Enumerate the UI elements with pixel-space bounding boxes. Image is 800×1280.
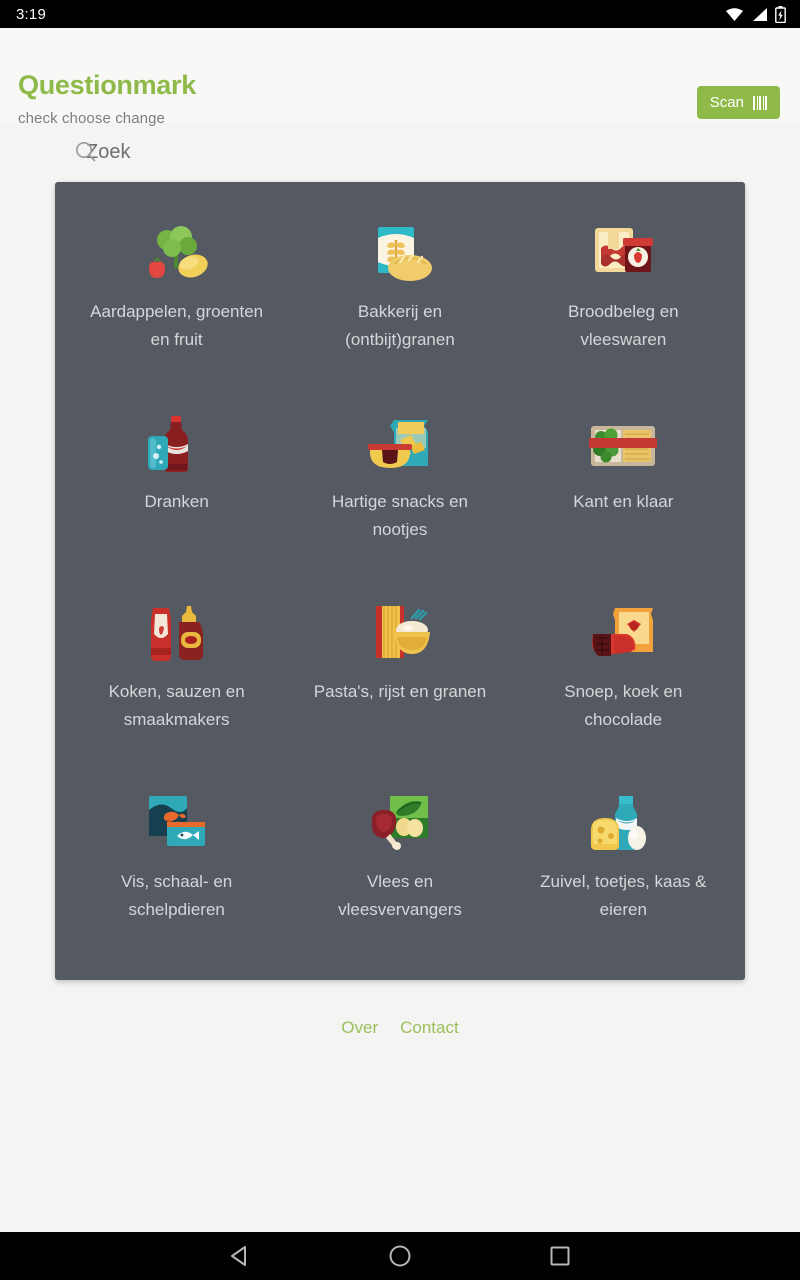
app-title: Questionmark bbox=[18, 70, 196, 100]
vegetables-fruit-icon bbox=[132, 218, 222, 286]
beverages-icon bbox=[132, 408, 222, 476]
scan-button-label: Scan bbox=[709, 94, 744, 111]
brand-block: Questionmark check choose change bbox=[18, 70, 196, 127]
wifi-icon bbox=[725, 7, 744, 22]
bread-cereal-icon bbox=[355, 218, 445, 286]
battery-charging-icon bbox=[775, 5, 786, 23]
search-row[interactable] bbox=[0, 122, 800, 182]
category-tile-savory-snacks[interactable]: Hartige snacks en nootjes bbox=[288, 394, 511, 584]
search-icon bbox=[75, 141, 97, 163]
recents-button[interactable] bbox=[543, 1239, 577, 1273]
android-nav-bar bbox=[0, 1232, 800, 1280]
category-tile-candy-chocolate[interactable]: Snoep, koek en chocolade bbox=[512, 584, 735, 774]
scan-button[interactable]: Scan bbox=[696, 86, 780, 119]
category-label: Broodbeleg en vleeswaren bbox=[568, 302, 679, 349]
back-button[interactable] bbox=[223, 1239, 257, 1273]
category-label: Vis, schaal- en schelpdieren bbox=[121, 872, 233, 919]
category-label: Koken, sauzen en smaakmakers bbox=[108, 682, 245, 729]
ready-meal-icon bbox=[578, 408, 668, 476]
category-label: Kant en klaar bbox=[573, 492, 674, 511]
footer-link-over[interactable]: Over bbox=[341, 1018, 378, 1038]
barcode-icon bbox=[753, 95, 767, 110]
category-grid: Aardappelen, groenten en fruit Bakkerij … bbox=[55, 182, 745, 980]
home-button[interactable] bbox=[383, 1239, 417, 1273]
category-tile-beverages[interactable]: Dranken bbox=[65, 394, 288, 584]
category-tile-pasta-rice[interactable]: Pasta's, rijst en granen bbox=[288, 584, 511, 774]
category-label: Vlees en vleesvervangers bbox=[338, 872, 462, 919]
candy-chocolate-icon bbox=[578, 598, 668, 666]
footer-link-contact[interactable]: Contact bbox=[400, 1018, 459, 1038]
category-label: Snoep, koek en chocolade bbox=[564, 682, 683, 729]
status-bar-icons bbox=[725, 5, 786, 23]
pasta-rice-icon bbox=[355, 598, 445, 666]
category-tile-fish-seafood[interactable]: Vis, schaal- en schelpdieren bbox=[65, 774, 288, 964]
category-tile-bread-cereal[interactable]: Bakkerij en (ontbijt)granen bbox=[288, 204, 511, 394]
category-label: Aardappelen, groenten en fruit bbox=[90, 302, 264, 349]
category-tile-sauces[interactable]: Koken, sauzen en smaakmakers bbox=[65, 584, 288, 774]
category-tile-vegetables-fruit[interactable]: Aardappelen, groenten en fruit bbox=[65, 204, 288, 394]
category-tile-meat-substitutes[interactable]: Vlees en vleesvervangers bbox=[288, 774, 511, 964]
fish-seafood-icon bbox=[132, 788, 222, 856]
category-tile-sandwich-spread[interactable]: Broodbeleg en vleeswaren bbox=[512, 204, 735, 394]
footer-links: Over Contact bbox=[0, 1018, 800, 1038]
category-label: Zuivel, toetjes, kaas & eieren bbox=[540, 872, 707, 919]
meat-substitutes-icon bbox=[355, 788, 445, 856]
category-label: Dranken bbox=[144, 492, 209, 511]
search-input[interactable] bbox=[74, 140, 474, 164]
category-label: Bakkerij en (ontbijt)granen bbox=[345, 302, 455, 349]
category-label: Pasta's, rijst en granen bbox=[313, 682, 487, 701]
dairy-eggs-icon bbox=[578, 788, 668, 856]
sauces-icon bbox=[132, 598, 222, 666]
signal-icon bbox=[751, 7, 768, 22]
category-tile-dairy-eggs[interactable]: Zuivel, toetjes, kaas & eieren bbox=[512, 774, 735, 964]
status-bar-clock: 3:19 bbox=[16, 5, 46, 23]
app-header: Questionmark check choose change Scan bbox=[0, 28, 800, 126]
sandwich-spread-icon bbox=[578, 218, 668, 286]
savory-snacks-icon bbox=[355, 408, 445, 476]
status-bar: 3:19 bbox=[0, 0, 800, 28]
category-label: Hartige snacks en nootjes bbox=[331, 492, 469, 539]
category-tile-ready-meal[interactable]: Kant en klaar bbox=[512, 394, 735, 584]
